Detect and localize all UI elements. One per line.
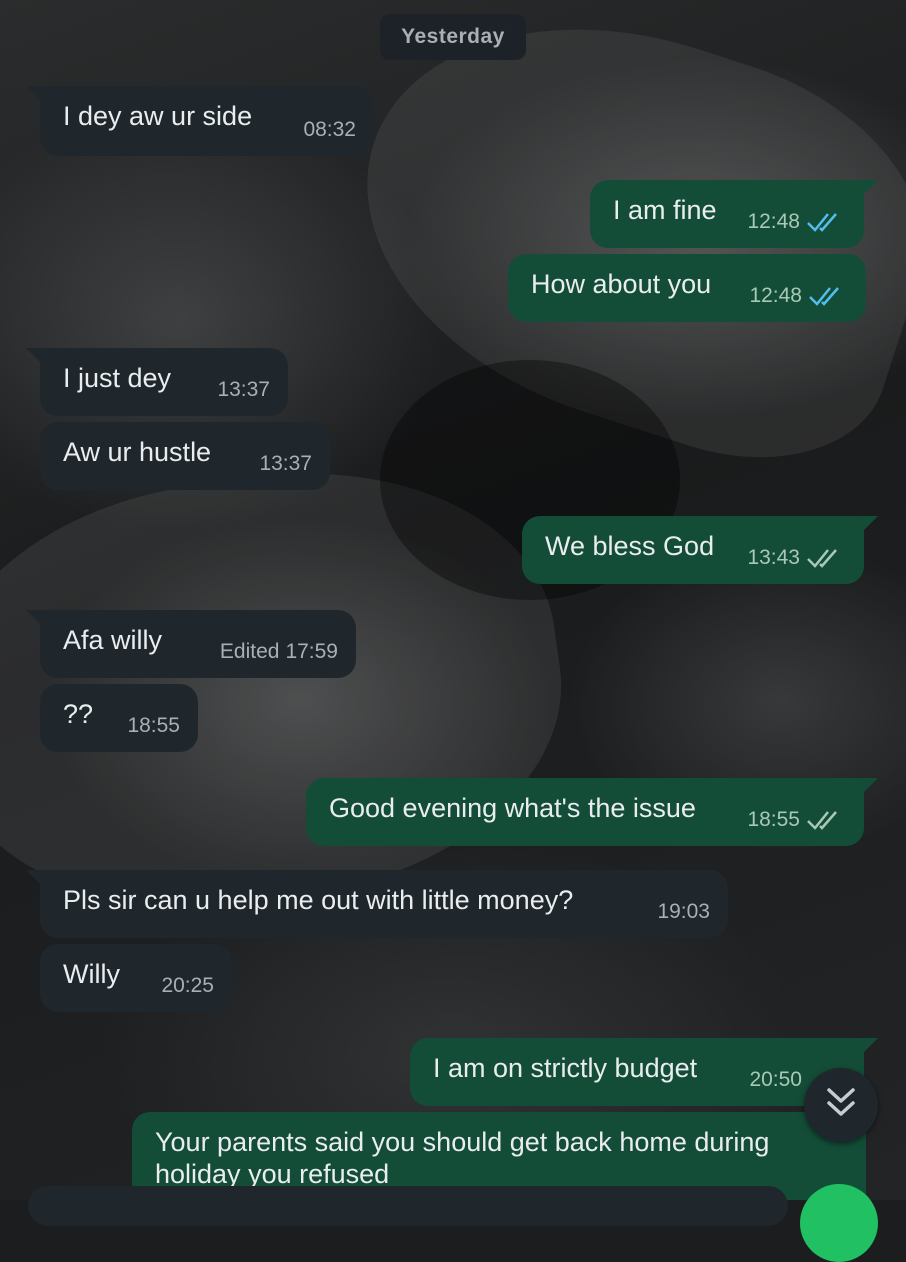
message-text: I just dey — [63, 363, 172, 393]
message-time: 08:32 — [303, 118, 356, 141]
scroll-to-bottom-button[interactable] — [804, 1068, 878, 1142]
message-text: Afa willy — [63, 625, 163, 655]
message-time: 18:55 — [747, 808, 800, 831]
message-time: 18:55 — [127, 714, 180, 737]
message-time: 13:43 — [747, 546, 800, 569]
message-time: 12:48 — [747, 210, 800, 233]
message-text: I am fine — [613, 195, 717, 225]
message-text: ?? — [63, 699, 94, 729]
message-bubble-incoming[interactable]: Pls sir can u help me out with little mo… — [26, 870, 728, 938]
message-text: I dey aw ur side — [63, 101, 253, 131]
double-check-icon — [806, 211, 846, 233]
message-bubble-incoming[interactable]: Aw ur hustle 13:37 — [40, 422, 330, 490]
message-time: 12:48 — [749, 284, 802, 307]
message-bubble-incoming[interactable]: I just dey 13:37 — [26, 348, 288, 416]
message-text: Aw ur hustle — [63, 437, 212, 467]
message-bubble-incoming[interactable]: I dey aw ur side 08:32 — [26, 86, 374, 156]
message-time: 19:03 — [657, 900, 710, 923]
message-bubble-incoming[interactable]: ?? 18:55 — [40, 684, 198, 752]
double-check-icon — [806, 809, 846, 831]
double-check-icon — [808, 285, 848, 307]
message-text: Willy — [63, 959, 120, 989]
message-text: We bless God — [545, 531, 715, 561]
message-bubble-outgoing[interactable]: I am fine 12:48 — [590, 180, 878, 248]
message-time: 20:25 — [161, 974, 214, 997]
message-bubble-incoming[interactable]: Afa willy Edited 17:59 — [26, 610, 356, 678]
edited-label: Edited — [219, 640, 280, 663]
message-time: 17:59 — [285, 640, 338, 663]
message-bubble-incoming[interactable]: Willy 20:25 — [40, 944, 232, 1012]
message-input[interactable] — [28, 1186, 788, 1226]
message-bubble-outgoing[interactable]: We bless God 13:43 — [522, 516, 878, 584]
mic-button[interactable] — [800, 1184, 878, 1262]
message-text: Good evening what's the issue — [329, 793, 696, 823]
message-text: Your parents said you should get back ho… — [155, 1127, 770, 1189]
date-separator: Yesterday — [380, 14, 526, 60]
message-text: How about you — [531, 269, 712, 299]
message-text: Pls sir can u help me out with little mo… — [63, 885, 574, 915]
message-bubble-outgoing[interactable]: I am on strictly budget 20:50 — [410, 1038, 878, 1106]
message-bubble-outgoing[interactable]: Good evening what's the issue 18:55 — [306, 778, 878, 846]
message-time: 13:37 — [259, 452, 312, 475]
message-text: I am on strictly budget — [433, 1053, 698, 1083]
message-bubble-outgoing[interactable]: How about you 12:48 — [508, 254, 866, 322]
message-time: 13:37 — [217, 378, 270, 401]
double-chevron-down-icon — [825, 1086, 857, 1125]
double-check-icon — [806, 547, 846, 569]
message-time: 20:50 — [749, 1068, 802, 1091]
